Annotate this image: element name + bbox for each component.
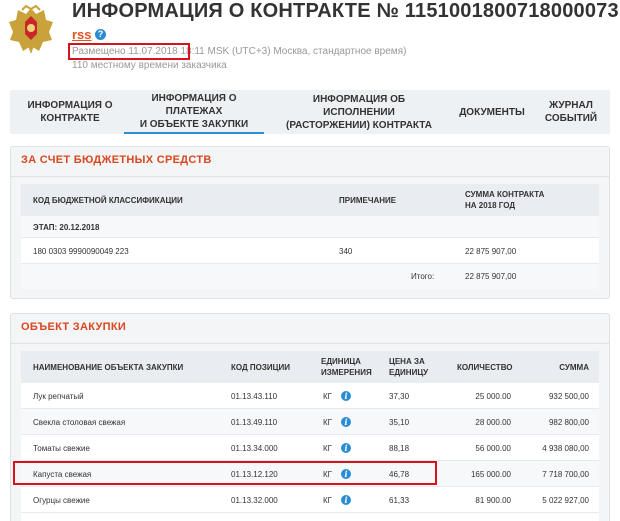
info-icon[interactable]: i (341, 443, 351, 453)
item-qty: 81 900.00 (475, 496, 511, 505)
item-code: 01.13.49.110 (231, 418, 278, 427)
purchase-table-header: НАИМЕНОВАНИЕ ОБЪЕКТА ЗАКУПКИ КОД ПОЗИЦИИ… (21, 351, 599, 383)
col-header-price-line2: ЕДИНИЦУ (389, 368, 429, 377)
item-name: Лук репчатый (33, 392, 84, 401)
budget-code: 180 0303 9990090049 223 (33, 247, 129, 256)
tab-label-line1: ИНФОРМАЦИЯ О (27, 100, 113, 111)
tab-label-line2: КОНТРАКТЕ (40, 113, 100, 124)
item-unit: КГ (323, 418, 332, 427)
item-unit: КГ (323, 392, 332, 401)
item-qty: 165 000.00 (470, 470, 511, 479)
table-row: 180 0303 9990090049 223 340 22 875 907,0… (21, 238, 599, 264)
item-sum: 5 022 927,00 (542, 496, 589, 505)
item-price: 37,30 (389, 392, 410, 401)
col-header-name: НАИМЕНОВАНИЕ ОБЪЕКТА ЗАКУПКИ (33, 363, 184, 372)
budget-sum: 22 875 907,00 (465, 247, 517, 256)
tab-label-line2: СОБЫТИЙ (544, 113, 598, 124)
tab-label-line1: ИНФОРМАЦИЯ О ПЛАТЕЖАХ (151, 92, 237, 117)
table-row: Свекла столовая свежая 01.13.49.110 КГ i… (21, 409, 599, 435)
table-row: Лук репчатый 01.13.43.110 КГ i 37,30 25 … (21, 383, 599, 409)
tab-event-log[interactable]: ЖУРНАЛ СОБЫТИЙ (536, 90, 606, 134)
total-row: Итого: 22 875 907,00 (21, 264, 599, 289)
item-code: 01.13.43.110 (231, 392, 278, 401)
item-price: 61,33 (389, 496, 410, 505)
item-name: Свекла столовая свежая (33, 418, 126, 427)
divider (11, 176, 609, 177)
coat-of-arms-icon (9, 4, 53, 54)
col-header-sum: СУММА КОНТРАКТА НА 2018 ГОД (465, 189, 544, 211)
tab-label: ДОКУМЕНТЫ (459, 106, 525, 118)
table-row: Огурцы свежие 01.13.32.000 КГ i 61,33 81… (21, 487, 599, 513)
divider (11, 343, 609, 344)
col-header-unit-line2: ИЗМЕРЕНИЯ (321, 368, 372, 377)
tab-label-line1: ЖУРНАЛ (549, 100, 593, 111)
budget-note: 340 (339, 247, 353, 256)
local-time-note: 110 местному времени заказчика (72, 60, 227, 71)
rss-link[interactable]: rss (72, 27, 92, 42)
page-title: ИНФОРМАЦИЯ О КОНТРАКТЕ № 115100180071800… (72, 0, 619, 22)
tab-bar: ИНФОРМАЦИЯ О КОНТРАКТЕ ИНФОРМАЦИЯ О ПЛАТЕ… (10, 90, 610, 134)
table-row: Томаты свежие 01.13.34.000 КГ i 88,18 56… (21, 435, 599, 461)
tab-label-line2: (РАСТОРЖЕНИИ) КОНТРАКТА (286, 119, 432, 131)
col-header-price-line1: ЦЕНА ЗА (389, 357, 425, 366)
item-code: 01.13.32.000 (231, 496, 278, 505)
col-header-unit: ЕДИНИЦА ИЗМЕРЕНИЯ (321, 356, 372, 378)
budget-table: КОД БЮДЖЕТНОЙ КЛАССИФИКАЦИИ ПРИМЕЧАНИЕ С… (21, 184, 599, 289)
tab-payments-and-object[interactable]: ИНФОРМАЦИЯ О ПЛАТЕЖАХ И ОБЪЕКТЕ ЗАКУПКИ (124, 90, 264, 134)
budget-panel: ЗА СЧЕТ БЮДЖЕТНЫХ СРЕДСТВ КОД БЮДЖЕТНОЙ … (10, 146, 610, 299)
col-header-price: ЦЕНА ЗА ЕДИНИЦУ (389, 356, 428, 378)
item-qty: 56 000.00 (475, 444, 511, 453)
item-sum: 982 800,00 (548, 418, 589, 427)
col-header-sum-line1: СУММА КОНТРАКТА (465, 190, 545, 199)
help-icon[interactable]: ? (95, 29, 106, 40)
tab-label-line1: ИНФОРМАЦИЯ ОБ ИСПОЛНЕНИИ (312, 93, 406, 118)
stage-row: ЭТАП: 20.12.2018 (21, 216, 599, 238)
col-header-code: КОД ПОЗИЦИИ (231, 363, 290, 372)
tab-execution[interactable]: ИНФОРМАЦИЯ ОБ ИСПОЛНЕНИИ (РАСТОРЖЕНИИ) КО… (274, 90, 444, 134)
budget-table-header: КОД БЮДЖЕТНОЙ КЛАССИФИКАЦИИ ПРИМЕЧАНИЕ С… (21, 184, 599, 216)
col-header-code: КОД БЮДЖЕТНОЙ КЛАССИФИКАЦИИ (33, 196, 183, 205)
info-icon[interactable]: i (341, 495, 351, 505)
col-header-note: ПРИМЕЧАНИЕ (339, 196, 397, 205)
item-code: 01.13.34.000 (231, 444, 278, 453)
col-header-sum-line2: НА 2018 ГОД (465, 201, 516, 210)
purchase-panel: ОБЪЕКТ ЗАКУПКИ НАИМЕНОВАНИЕ ОБЪЕКТА ЗАКУ… (10, 313, 610, 521)
item-sum: 932 500,00 (548, 392, 589, 401)
item-unit: КГ (323, 444, 332, 453)
tab-label-line2: И ОБЪЕКТЕ ЗАКУПКИ (139, 118, 249, 130)
stage-label: ЭТАП: 20.12.2018 (33, 223, 100, 232)
highlight-box-cabbage-row (13, 461, 437, 485)
item-sum: 4 938 080,00 (542, 444, 589, 453)
item-qty: 28 000.00 (475, 418, 511, 427)
item-sum: 7 718 700,00 (542, 470, 589, 479)
item-name: Томаты свежие (33, 444, 90, 453)
info-icon[interactable]: i (341, 391, 351, 401)
col-header-unit-line1: ЕДИНИЦА (321, 357, 361, 366)
page-header: ИНФОРМАЦИЯ О КОНТРАКТЕ № 115100180071800… (0, 0, 620, 80)
budget-panel-title: ЗА СЧЕТ БЮДЖЕТНЫХ СРЕДСТВ (21, 154, 212, 166)
total-label: Итого: (411, 272, 435, 281)
total-value: 22 875 907,00 (465, 272, 517, 281)
col-header-sum: СУММА (559, 363, 589, 372)
tab-documents[interactable]: ДОКУМЕНТЫ (454, 90, 530, 134)
info-icon[interactable]: i (341, 417, 351, 427)
highlight-box-published (68, 43, 190, 60)
tab-contract-info[interactable]: ИНФОРМАЦИЯ О КОНТРАКТЕ (16, 90, 124, 134)
item-qty: 25 000.00 (475, 392, 511, 401)
item-unit: КГ (323, 496, 332, 505)
item-price: 35,10 (389, 418, 410, 427)
purchase-panel-title: ОБЪЕКТ ЗАКУПКИ (21, 321, 127, 333)
item-price: 88,18 (389, 444, 410, 453)
published-suffix: MSK (UTC+3) Москва, стандартное время) (204, 46, 407, 57)
item-name: Огурцы свежие (33, 496, 90, 505)
col-header-qty: КОЛИЧЕСТВО (457, 363, 513, 372)
purchase-table: НАИМЕНОВАНИЕ ОБЪЕКТА ЗАКУПКИ КОД ПОЗИЦИИ… (21, 351, 599, 521)
